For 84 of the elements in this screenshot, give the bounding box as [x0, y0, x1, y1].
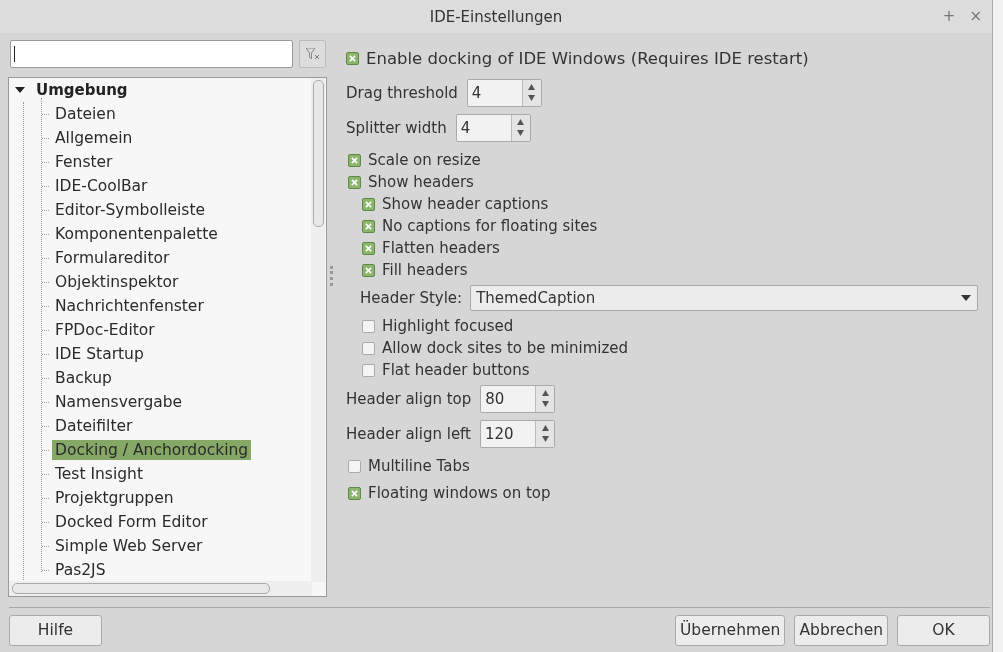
checkbox-label[interactable]: Fill headers	[382, 261, 468, 279]
cross-mark-icon	[365, 244, 372, 252]
tree-item[interactable]: IDE-CoolBar	[52, 176, 151, 196]
checkbox[interactable]	[348, 175, 361, 189]
tree-item[interactable]: Pas2JS	[52, 560, 109, 580]
tree-item[interactable]: Fenster	[52, 152, 116, 172]
funnel-icon	[305, 48, 320, 60]
tree-item[interactable]: Editor-Symbolleiste	[52, 200, 209, 220]
tree-item[interactable]: Nachrichtenfenster	[52, 296, 207, 316]
checkbox-label[interactable]: No captions for floating sites	[382, 217, 598, 235]
search-field[interactable]	[10, 40, 293, 68]
down-arrow-icon[interactable]	[517, 129, 525, 136]
checkbox-label[interactable]: Enable docking of IDE Windows (Requires IDE restart)	[366, 48, 809, 68]
field-label: Header align left	[346, 424, 471, 443]
checkbox-label[interactable]: Flat header buttons	[382, 361, 530, 379]
spin-field[interactable]: 4	[455, 113, 531, 142]
checkbox-label[interactable]: Scale on resize	[368, 151, 481, 169]
tree-item[interactable]: FPDoc-Editor	[52, 320, 158, 340]
cross-mark-icon	[365, 200, 372, 208]
checkbox[interactable]	[362, 319, 375, 333]
checkbox-label[interactable]: Allow dock sites to be minimized	[382, 339, 629, 357]
cross-mark-icon	[351, 178, 358, 186]
splitter-handle[interactable]	[330, 266, 334, 286]
cross-mark-icon	[351, 489, 358, 497]
down-arrow-icon[interactable]	[528, 94, 536, 101]
dialog-button[interactable]: Abbrechen	[794, 614, 888, 646]
checkbox-label[interactable]: Multiline Tabs	[368, 457, 470, 475]
cross-mark-icon	[365, 266, 372, 274]
header-style-dropdown[interactable]: ThemedCaption	[470, 285, 978, 311]
tree-item[interactable]: Formulareditor	[52, 248, 173, 268]
up-arrow-icon[interactable]	[517, 119, 525, 126]
checkbox-label[interactable]: Highlight focused	[382, 317, 514, 335]
checkbox-label[interactable]: Show header captions	[382, 195, 549, 213]
up-arrow-icon[interactable]	[541, 425, 549, 432]
tree-item[interactable]: Komponentenpalette	[52, 224, 221, 244]
tree-item[interactable]: Dateien	[52, 104, 119, 124]
spin-field[interactable]: 120	[480, 419, 555, 448]
checkbox[interactable]	[362, 219, 375, 233]
tree-item[interactable]: Umgebung	[33, 81, 131, 99]
cross-mark-icon	[351, 156, 358, 164]
window-title: IDE-Einstellungen	[429, 7, 563, 26]
spin-field[interactable]: 80	[480, 384, 556, 413]
dialog-button[interactable]: OK	[897, 614, 990, 646]
checkbox[interactable]	[348, 459, 361, 473]
checkbox-label[interactable]: Floating windows on top	[368, 484, 551, 502]
tree-item[interactable]: IDE Startup	[52, 344, 147, 364]
checkbox-label[interactable]: Flatten headers	[382, 239, 500, 257]
help-button[interactable]: Hilfe	[9, 614, 102, 646]
dropdown-arrow-icon	[961, 295, 971, 301]
checkbox[interactable]	[348, 486, 361, 500]
tree-item[interactable]: Namensvergabe	[52, 392, 186, 412]
spin-field[interactable]: 4	[466, 78, 542, 107]
down-arrow-icon[interactable]	[541, 400, 549, 407]
expand-arrow-icon[interactable]	[15, 87, 25, 93]
checkbox[interactable]	[362, 241, 375, 255]
field-label: Header align top	[346, 389, 472, 408]
tree-item[interactable]: Backup	[52, 368, 115, 388]
up-arrow-icon[interactable]	[541, 390, 549, 397]
checkbox-label[interactable]: Show headers	[368, 173, 474, 191]
field-label: Drag threshold	[346, 83, 458, 102]
tree-item[interactable]: Docked Form Editor	[52, 512, 211, 532]
checkbox[interactable]	[362, 341, 375, 355]
checkbox[interactable]	[362, 263, 375, 277]
checkbox[interactable]	[348, 153, 361, 167]
tree-item[interactable]: Simple Web Server	[52, 536, 206, 556]
cross-mark-icon	[365, 222, 372, 230]
clear-filter-button[interactable]	[299, 40, 326, 68]
scrollbar-thumb[interactable]	[12, 583, 270, 594]
tree-item[interactable]: Allgemein	[52, 128, 136, 148]
tree-item[interactable]: Objektinspektor	[52, 272, 182, 292]
tree-item[interactable]: Dateifilter	[52, 416, 136, 436]
up-arrow-icon[interactable]	[528, 84, 536, 91]
down-arrow-icon[interactable]	[541, 435, 549, 442]
tree-item[interactable]: Projektgruppen	[52, 488, 177, 508]
checkbox[interactable]	[362, 197, 375, 211]
field-label: Header Style:	[360, 289, 463, 307]
tree-item[interactable]: Docking / Anchordocking	[52, 440, 252, 460]
scrollbar-thumb[interactable]	[313, 80, 324, 227]
tree-item[interactable]: Test Insight	[52, 464, 146, 484]
field-label: Splitter width	[346, 118, 447, 137]
cross-mark-icon	[349, 54, 356, 62]
dialog-button[interactable]: Übernehmen	[674, 614, 786, 646]
checkbox[interactable]	[362, 363, 375, 377]
checkbox[interactable]	[346, 51, 359, 65]
